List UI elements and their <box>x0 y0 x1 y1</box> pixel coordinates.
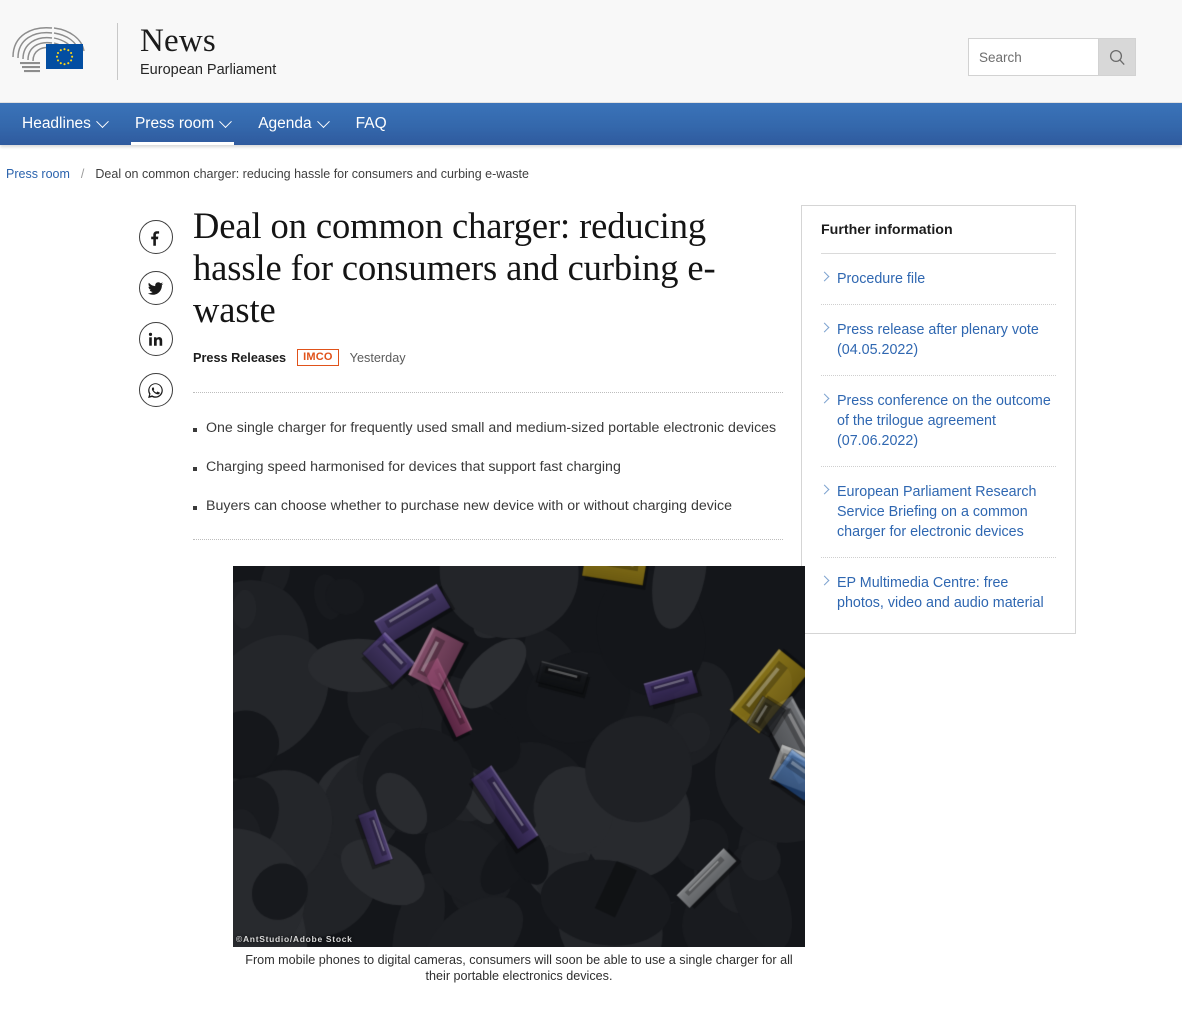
search-button[interactable] <box>1098 38 1136 76</box>
chevron-right-icon <box>819 575 830 586</box>
article-figure: ©AntStudio/Adobe Stock From mobile phone… <box>233 566 805 984</box>
main-navigation: Headlines Press room Agenda FAQ <box>0 103 1182 145</box>
chevron-down-icon <box>316 114 330 128</box>
article-meta: Press Releases IMCO Yesterday <box>193 349 783 366</box>
share-whatsapp-button[interactable] <box>138 373 173 407</box>
article-type: Press Releases <box>193 350 287 365</box>
sidebar-link-label: Press release after plenary vote (04.05.… <box>837 322 1039 358</box>
brand-divider <box>117 22 118 80</box>
share-linkedin-button[interactable] <box>138 322 173 356</box>
chevron-right-icon <box>819 271 830 282</box>
sidebar-link-plenary-vote[interactable]: Press release after plenary vote (04.05.… <box>819 305 1056 376</box>
photo-caption: From mobile phones to digital cameras, c… <box>245 953 793 983</box>
sidebar-link-label: Press conference on the outcome of the t… <box>837 393 1051 449</box>
list-item: One single charger for frequently used s… <box>193 419 783 437</box>
list-item: Buyers can choose whether to purchase ne… <box>193 497 783 515</box>
breadcrumb-current: Deal on common charger: reducing hassle … <box>95 167 529 181</box>
further-information-box: Further information Procedure file Press… <box>801 205 1076 634</box>
nav-label-press-room: Press room <box>134 115 215 132</box>
list-item-text: One single charger for frequently used s… <box>206 420 777 436</box>
search-input[interactable] <box>968 38 1098 76</box>
list-item-text: Charging speed harmonised for devices th… <box>206 459 621 475</box>
sidebar-title: Further information <box>821 222 1056 254</box>
facebook-icon <box>151 230 160 246</box>
article-main: Deal on common charger: reducing hassle … <box>193 205 805 1000</box>
charger-connectors-photo <box>233 566 805 947</box>
twitter-icon <box>147 281 164 295</box>
chevron-right-icon <box>819 393 830 404</box>
sidebar: Further information Procedure file Press… <box>801 205 1076 1000</box>
sidebar-link-label: Procedure file <box>837 271 926 287</box>
share-facebook-button[interactable] <box>138 220 173 254</box>
nav-item-headlines[interactable]: Headlines <box>8 103 121 145</box>
article-photo: ©AntStudio/Adobe Stock <box>233 566 805 947</box>
bullet-marker-icon <box>193 506 197 510</box>
nav-label-agenda: Agenda <box>258 115 312 132</box>
ep-hemicycle-logo <box>12 27 85 73</box>
article-date: Yesterday <box>349 350 406 365</box>
brand-subtitle: European Parliament <box>140 61 277 78</box>
brand-title: News <box>140 22 216 59</box>
linkedin-icon <box>148 332 163 346</box>
sidebar-link-multimedia-centre[interactable]: EP Multimedia Centre: free photos, video… <box>819 558 1056 615</box>
brand[interactable]: News European Parliament <box>8 0 276 102</box>
share-twitter-button[interactable] <box>138 271 173 305</box>
breadcrumb-separator: / <box>80 167 85 181</box>
search-box[interactable] <box>968 38 1136 76</box>
breadcrumb-link-press-room[interactable]: Press room <box>6 167 70 181</box>
chevron-down-icon <box>96 114 109 128</box>
chevron-down-icon <box>219 114 233 128</box>
page-title: Deal on common charger: reducing hassle … <box>193 205 716 330</box>
photo-credit: ©AntStudio/Adobe Stock <box>236 934 353 944</box>
sidebar-link-eprs-briefing[interactable]: European Parliament Research Service Bri… <box>819 467 1056 558</box>
nav-item-faq[interactable]: FAQ <box>342 103 401 145</box>
site-header: News European Parliament <box>0 0 1182 103</box>
chevron-right-icon <box>819 322 830 333</box>
committee-badge[interactable]: IMCO <box>297 349 339 366</box>
nav-item-agenda[interactable]: Agenda <box>244 103 341 145</box>
whatsapp-icon <box>148 382 163 398</box>
nav-label-faq: FAQ <box>355 115 387 132</box>
search-icon <box>1109 49 1125 65</box>
page-body: Press room / Deal on common charger: red… <box>0 145 1182 1000</box>
bullet-marker-icon <box>193 467 197 471</box>
breadcrumb: Press room / Deal on common charger: red… <box>0 145 1182 181</box>
list-item: Charging speed harmonised for devices th… <box>193 458 783 476</box>
share-rail <box>0 205 193 1000</box>
nav-item-press-room[interactable]: Press room <box>121 103 244 145</box>
bullet-marker-icon <box>193 428 197 432</box>
nav-label-headlines: Headlines <box>22 115 91 132</box>
chevron-right-icon <box>819 484 830 495</box>
key-points-list: One single charger for frequently used s… <box>193 392 783 540</box>
sidebar-link-procedure-file[interactable]: Procedure file <box>819 254 1056 305</box>
sidebar-link-label: European Parliament Research Service Bri… <box>837 484 1037 540</box>
sidebar-link-label: EP Multimedia Centre: free photos, video… <box>837 575 1044 611</box>
list-item-text: Buyers can choose whether to purchase ne… <box>206 498 733 514</box>
sidebar-link-press-conference[interactable]: Press conference on the outcome of the t… <box>819 376 1056 467</box>
